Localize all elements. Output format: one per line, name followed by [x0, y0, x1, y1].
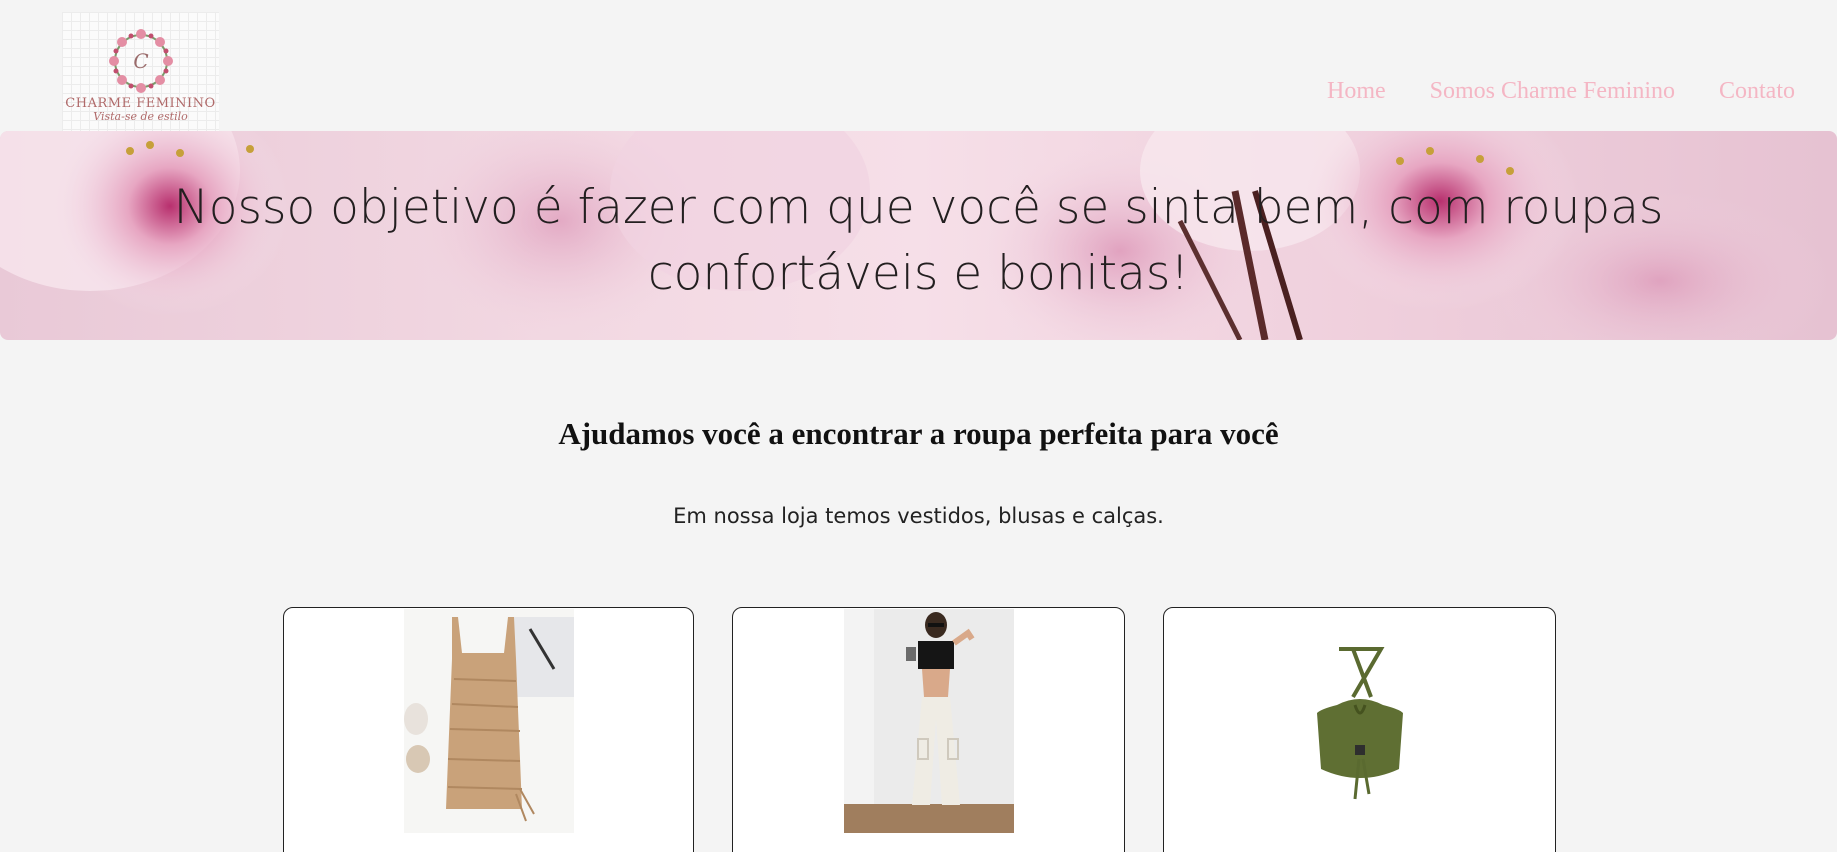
hero-banner: Nosso objetivo é fazer com que você se s…	[0, 131, 1837, 340]
site-header: C CHARME FEMININO Vista-se de estilo Hom…	[0, 0, 1837, 131]
logo-letter: C	[133, 49, 148, 73]
main-nav: Home Somos Charme Feminino Contato	[1327, 78, 1795, 105]
floral-wreath-icon: C	[109, 29, 173, 93]
nav-link-contact[interactable]: Contato	[1719, 78, 1795, 105]
section-description: Em nossa loja temos vestidos, blusas e c…	[673, 504, 1164, 528]
green-halter-top-image	[1275, 609, 1445, 833]
product-card-cargo-pants[interactable]	[732, 607, 1125, 852]
section-heading: Ajudamos você a encontrar a roupa perfei…	[558, 416, 1279, 451]
nav-link-about[interactable]: Somos Charme Feminino	[1430, 78, 1675, 105]
black-top-cargo-pants-image	[844, 609, 1014, 833]
beige-ruched-dress-image	[404, 609, 574, 833]
hero-title: Nosso objetivo é fazer com que você se s…	[173, 180, 1664, 301]
product-card-halter-top[interactable]	[1163, 607, 1556, 852]
logo-name: CHARME FEMININO	[65, 96, 216, 111]
brand-logo[interactable]: C CHARME FEMININO Vista-se de estilo	[62, 12, 219, 131]
logo-slogan: Vista-se de estilo	[93, 110, 188, 123]
product-card-dress[interactable]	[283, 607, 694, 852]
nav-link-home[interactable]: Home	[1327, 78, 1386, 105]
